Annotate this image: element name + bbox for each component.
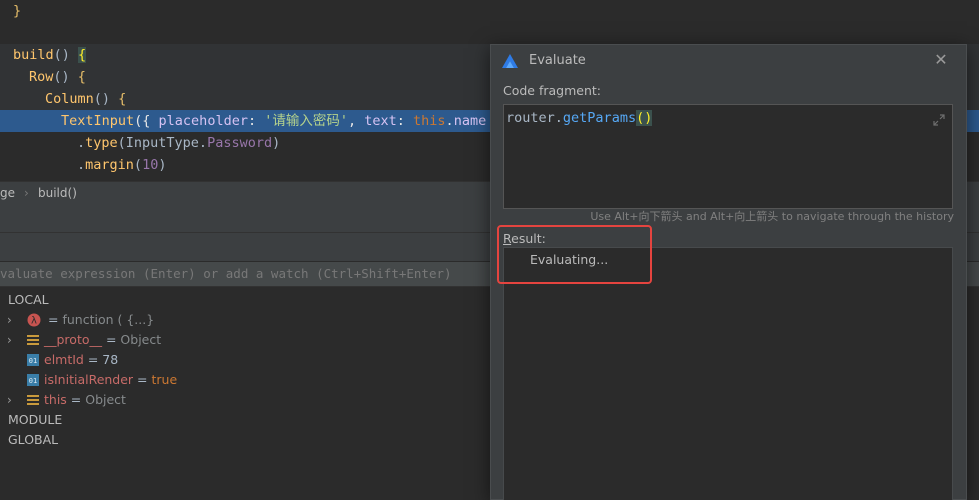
- code-token: :: [396, 113, 414, 129]
- code-token: placeholder: [158, 113, 248, 129]
- scope-global[interactable]: GLOBAL: [8, 430, 58, 450]
- variable-equals: =: [102, 332, 121, 347]
- variable-row[interactable]: › λ = function ( {...}: [0, 310, 300, 330]
- scope-module[interactable]: MODULE: [8, 410, 62, 430]
- variable-value: Object: [120, 332, 162, 347]
- code-token: name: [453, 113, 487, 129]
- code-token: (): [53, 47, 79, 63]
- code-token: '请输入密码': [264, 113, 348, 129]
- number-field-icon: 01: [27, 354, 39, 366]
- evaluate-dialog: Evaluate ✕ Code fragment: router.getPara…: [490, 44, 967, 500]
- code-token: this: [413, 113, 446, 129]
- code-line-blank[interactable]: [0, 22, 979, 44]
- code-token: Password: [207, 135, 273, 151]
- code-token: type: [85, 135, 118, 151]
- code-line-text: Row() {: [29, 66, 86, 88]
- chevron-right-icon[interactable]: ›: [7, 390, 12, 410]
- code-token: Row: [29, 69, 54, 85]
- variable-name: elmtId: [44, 352, 84, 367]
- code-token: text: [364, 113, 397, 129]
- code-object: router: [506, 110, 555, 126]
- code-token: .: [445, 113, 454, 129]
- code-line-text: .type(InputType.Password): [77, 132, 280, 154]
- deveco-logo-icon: [502, 54, 518, 68]
- code-token: :: [247, 113, 265, 129]
- variable-name: __proto__: [44, 332, 102, 347]
- scope-label: MODULE: [8, 412, 63, 427]
- variable-row[interactable]: › this = Object: [0, 390, 300, 410]
- code-line[interactable]: }: [0, 0, 979, 22]
- code-token: .: [77, 157, 86, 173]
- dialog-title: Evaluate: [529, 53, 586, 68]
- code-token: {: [118, 91, 127, 107]
- variable-equals: =: [48, 312, 63, 327]
- annotation-highlight-box: [497, 225, 652, 284]
- breadcrumb-item[interactable]: ge: [0, 182, 15, 205]
- variable-row[interactable]: › __proto__ = Object: [0, 330, 300, 350]
- code-dot: .: [554, 110, 563, 126]
- variable-value: 78: [102, 352, 119, 367]
- code-token: {: [77, 69, 86, 85]
- code-token: TextInput: [61, 113, 135, 129]
- variable-name: isInitialRender: [44, 372, 134, 387]
- code-token: ({: [134, 113, 159, 129]
- variable-equals: =: [83, 352, 103, 367]
- scope-local[interactable]: LOCAL: [8, 290, 49, 310]
- code-fragment-text: router.getParams(): [506, 110, 653, 126]
- watch-placeholder: valuate expression (Enter) or add a watc…: [0, 266, 452, 281]
- code-token: ,: [347, 113, 365, 129]
- code-line-text: build() {: [13, 44, 87, 66]
- code-token: .: [77, 135, 86, 151]
- breadcrumb-separator: ›: [24, 186, 29, 200]
- chevron-right-icon[interactable]: ›: [7, 330, 12, 350]
- variable-equals: =: [66, 392, 86, 407]
- code-token: ): [158, 157, 167, 173]
- code-token: (): [93, 91, 119, 107]
- code-token: (): [53, 69, 78, 85]
- code-token: Column: [45, 91, 94, 107]
- object-icon: [27, 335, 39, 345]
- code-token: margin: [85, 157, 134, 173]
- code-fragment-editor[interactable]: router.getParams(): [503, 104, 953, 209]
- variable-value: Object: [85, 392, 126, 407]
- code-token: (: [133, 157, 143, 173]
- svg-text:01: 01: [29, 377, 37, 385]
- close-icon[interactable]: ✕: [932, 51, 950, 69]
- code-parens: (): [636, 110, 653, 126]
- code-method: getParams: [562, 110, 637, 126]
- expand-icon[interactable]: [932, 113, 946, 127]
- variable-value: function ( {...}: [62, 312, 155, 327]
- code-line-text: Column() {: [45, 88, 126, 110]
- code-token: (InputType.: [117, 135, 208, 151]
- variable-row[interactable]: 01 isInitialRender = true: [0, 370, 300, 390]
- object-icon: [27, 395, 39, 405]
- chevron-right-icon[interactable]: ›: [7, 310, 12, 330]
- variable-row[interactable]: 01 elmtId = 78: [0, 350, 300, 370]
- svg-text:01: 01: [29, 357, 37, 365]
- code-token: ): [272, 135, 281, 151]
- code-fragment-label: Code fragment:: [503, 83, 602, 98]
- lambda-icon: λ: [27, 313, 41, 327]
- breadcrumb-item[interactable]: build(): [38, 182, 77, 205]
- code-line-text: TextInput({ placeholder: '请输入密码', text: …: [61, 110, 486, 132]
- variable-equals: =: [133, 372, 152, 387]
- code-line-text: }: [13, 0, 21, 22]
- variable-name: this: [44, 392, 67, 407]
- number-field-icon: 01: [27, 374, 39, 386]
- scope-label: LOCAL: [8, 292, 49, 307]
- scope-label: GLOBAL: [8, 432, 59, 447]
- variable-value: true: [151, 372, 178, 387]
- code-token: 10: [142, 157, 159, 173]
- result-tree[interactable]: Evaluating...: [503, 247, 953, 500]
- code-line-text: .margin(10): [77, 154, 166, 176]
- svg-text:λ: λ: [31, 316, 37, 327]
- code-token: }: [13, 3, 22, 19]
- history-hint: Use Alt+向下箭头 and Alt+向上箭头 to navigate th…: [590, 210, 954, 223]
- code-token: {: [78, 47, 87, 63]
- code-token: build: [13, 47, 54, 63]
